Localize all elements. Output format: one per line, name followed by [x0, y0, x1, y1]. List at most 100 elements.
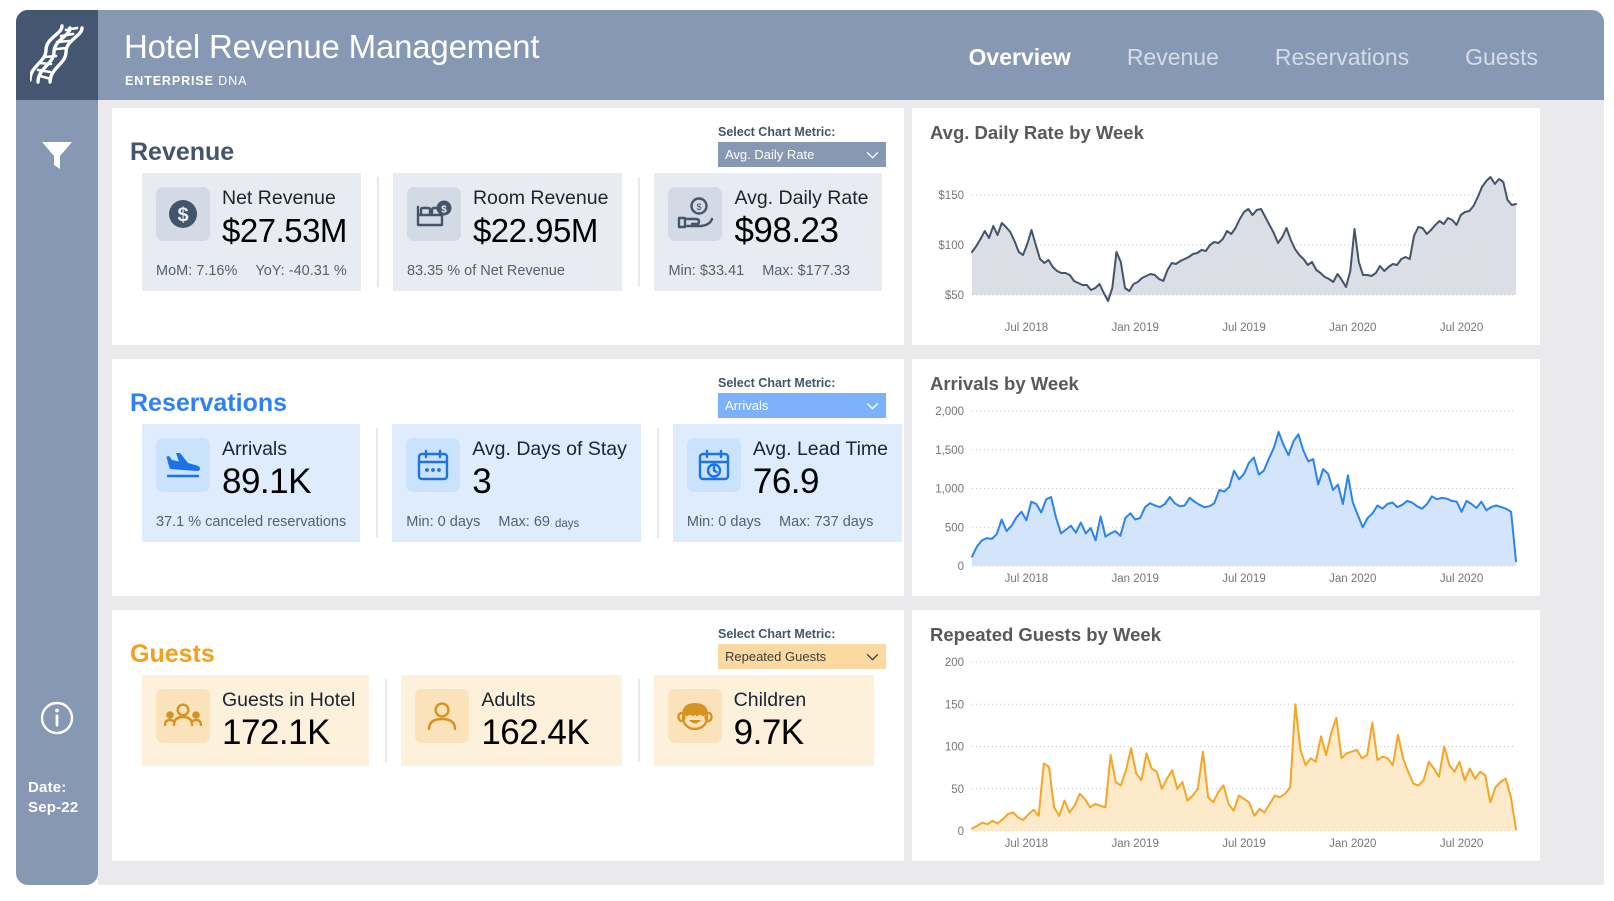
svg-text:150: 150 — [945, 699, 964, 711]
svg-text:$150: $150 — [938, 190, 964, 202]
kpi-footnote-item: Max: 737 days — [779, 514, 873, 530]
chart-title-adr: Avg. Daily Rate by Week — [930, 122, 1144, 143]
kpi-row-revenue: $ Net Revenue $27.53M MoM: 7.16% YoY: -40.31… — [126, 173, 890, 291]
kpi-card-avg-lead-time[interactable]: Avg. Lead Time 76.9 Min: 0 days Max: 737 da… — [672, 424, 903, 542]
nav-item-revenue[interactable]: Revenue — [1099, 44, 1247, 71]
nav-item-overview[interactable]: Overview — [941, 44, 1099, 71]
child-face-icon — [667, 689, 722, 743]
kpi-texts: Avg. Daily Rate $98.23 — [734, 187, 868, 252]
kpi-footnote-text: Max: 69 — [498, 514, 550, 530]
section-title-guests: Guests — [130, 640, 215, 668]
svg-text:$: $ — [441, 205, 447, 216]
kpi-footnote: Min: 0 days Max: 737 days — [687, 514, 888, 530]
page-header: Hotel Revenue Management ENTERPRISE DNA … — [98, 10, 1604, 100]
kpi-footnote-text: YoY: -40.31 % — [255, 263, 347, 279]
chart-panel-arrivals: Arrivals by Week 0 500 1,000 1,500 2,000 Jul … — [912, 359, 1540, 596]
kpi-footnote-item: Max: $177.33 — [762, 263, 850, 279]
kpi-footnote-item: 83.35 % of Net Revenue — [407, 263, 565, 279]
kpi-slot: Arrivals 89.1K 37.1 % canceled reservation… — [126, 424, 376, 542]
chart-plot-adr: $50 $100 $150 Jul 2018 Jan 2019 Jul 2019 Jan 2… — [920, 152, 1530, 337]
metric-selector-label: Select Chart Metric: — [718, 125, 836, 139]
chart-svg: 0 50 100 150 200 Jul 2018 Jan 2019 Jul 2019 Jan … — [945, 657, 1517, 850]
kpi-header: $ Net Revenue $27.53M — [156, 187, 347, 252]
svg-text:Jan 2020: Jan 2020 — [1329, 838, 1376, 850]
reservations-panel: Reservations Select Chart Metric: Arriva… — [112, 359, 904, 596]
metric-dropdown-guests[interactable]: Repeated Guests — [718, 644, 886, 669]
info-button[interactable] — [16, 690, 98, 746]
kpi-name: Arrivals — [222, 438, 288, 460]
dashboard-root: Date: Sep-22 Hotel Revenue Management EN… — [0, 0, 1614, 901]
kpi-card-avg-days-of-stay[interactable]: Avg. Days of Stay 3 Min: 0 days Max: 69 days — [392, 424, 641, 542]
hand-coin-icon: $ — [668, 187, 723, 241]
kpi-value: 162.4K — [481, 713, 590, 752]
metric-selector-revenue: Select Chart Metric: Avg. Daily Rate — [718, 125, 886, 167]
metric-selector-guests: Select Chart Metric: Repeated Guests — [718, 627, 886, 669]
kpi-value: 89.1K — [222, 462, 311, 501]
svg-text:50: 50 — [951, 784, 964, 796]
chart-title-repeated-guests: Repeated Guests by Week — [930, 624, 1161, 645]
kpi-footnote-item: MoM: 7.16% — [156, 263, 237, 279]
svg-text:$: $ — [177, 205, 188, 227]
nav-item-guests[interactable]: Guests — [1437, 44, 1566, 71]
kpi-footnote-item: Min: 0 days — [687, 514, 761, 530]
kpi-slot: $ Net Revenue $27.53M MoM: 7.16% YoY: -40.31… — [126, 173, 377, 291]
chevron-down-icon — [866, 653, 879, 661]
brand-bold: ENTERPRISE — [125, 74, 214, 88]
kpi-texts: Children 9.7K — [734, 689, 860, 754]
filter-funnel-icon — [42, 142, 72, 169]
kpi-card-guests-in-hotel[interactable]: Guests in Hotel 172.1K — [142, 675, 370, 766]
kpi-slot: $ Avg. Daily Rate $98.23 Min: $33.41 Max: $1… — [638, 173, 898, 291]
kpi-texts: Guests in Hotel 172.1K — [222, 689, 355, 754]
svg-text:Jul 2018: Jul 2018 — [1005, 838, 1048, 850]
nav-item-reservations[interactable]: Reservations — [1247, 44, 1437, 71]
kpi-name: Adults — [481, 689, 536, 711]
dashboard-canvas: Revenue Select Chart Metric: Avg. Daily … — [98, 100, 1604, 885]
section-title-reservations: Reservations — [130, 389, 288, 417]
svg-text:Jul 2019: Jul 2019 — [1222, 573, 1265, 585]
kpi-value: $98.23 — [734, 211, 839, 250]
kpi-footnote: Min: $33.41 Max: $177.33 — [668, 263, 868, 279]
chart-title-arrivals: Arrivals by Week — [930, 373, 1079, 394]
main-nav: Overview Revenue Reservations Guests — [941, 44, 1566, 71]
kpi-card-adults[interactable]: Adults 162.4K — [401, 675, 622, 766]
kpi-slot: Guests in Hotel 172.1K — [126, 675, 385, 766]
kpi-card-arrivals[interactable]: Arrivals 89.1K 37.1 % canceled reservation… — [142, 424, 361, 542]
kpi-footnote-text: 83.35 % of Net Revenue — [406, 263, 565, 279]
kpi-name: Room Revenue — [472, 187, 609, 209]
kpi-card-net-revenue[interactable]: $ Net Revenue $27.53M MoM: 7.16% YoY: -40.31… — [142, 173, 361, 291]
svg-text:Jan 2019: Jan 2019 — [1112, 573, 1159, 585]
kpi-row-reservations: Arrivals 89.1K 37.1 % canceled reservation… — [126, 424, 903, 542]
calendar-dots-icon — [406, 438, 461, 492]
svg-text:1,500: 1,500 — [935, 445, 964, 457]
metric-selector-label: Select Chart Metric: — [718, 376, 836, 390]
chevron-down-icon — [866, 402, 879, 410]
info-circle-icon — [40, 701, 74, 735]
kpi-texts: Arrivals 89.1K — [222, 438, 346, 503]
metric-dropdown-revenue[interactable]: Avg. Daily Rate — [718, 142, 886, 167]
metric-dropdown-reservations[interactable]: Arrivals — [718, 393, 886, 418]
kpi-header: $ Room Revenue $22.95M — [406, 187, 609, 252]
kpi-texts: Avg. Days of Stay 3 — [472, 438, 627, 503]
kpi-footnote-text: Min: $33.41 — [668, 263, 745, 279]
filter-button[interactable] — [16, 125, 98, 185]
kpi-footnote: 83.35 % of Net Revenue — [407, 263, 609, 279]
kpi-slot: Avg. Days of Stay 3 Min: 0 days Max: 69 days — [376, 424, 657, 542]
kpi-name: Avg. Daily Rate — [734, 187, 869, 209]
svg-text:Jan 2019: Jan 2019 — [1112, 322, 1159, 334]
dna-icon — [30, 24, 84, 84]
app-logo — [16, 10, 98, 100]
kpi-card-children[interactable]: Children 9.7K — [653, 675, 874, 766]
svg-text:0: 0 — [958, 826, 964, 838]
metric-dropdown-value: Repeated Guests — [725, 649, 827, 664]
kpi-card-avg-daily-rate[interactable]: $ Avg. Daily Rate $98.23 Min: $33.41 Max: $1… — [654, 173, 883, 291]
kpi-slot: Adults 162.4K — [385, 675, 637, 766]
chart-svg: 0 500 1,000 1,500 2,000 Jul 2018 Jan 2019 Jul 2… — [935, 406, 1517, 585]
kpi-value: 76.9 — [752, 462, 820, 501]
kpi-footnote-item: Min: 0 days — [406, 514, 480, 530]
kpi-value: 3 — [472, 462, 492, 501]
kpi-card-room-revenue[interactable]: $ Room Revenue $22.95M 83.35 % of Net Reven… — [392, 173, 623, 291]
kpi-footnote-text: Min: 0 days — [686, 514, 762, 530]
calendar-clock-icon — [686, 438, 741, 492]
svg-text:Jul 2019: Jul 2019 — [1222, 838, 1265, 850]
svg-text:$50: $50 — [945, 290, 964, 302]
